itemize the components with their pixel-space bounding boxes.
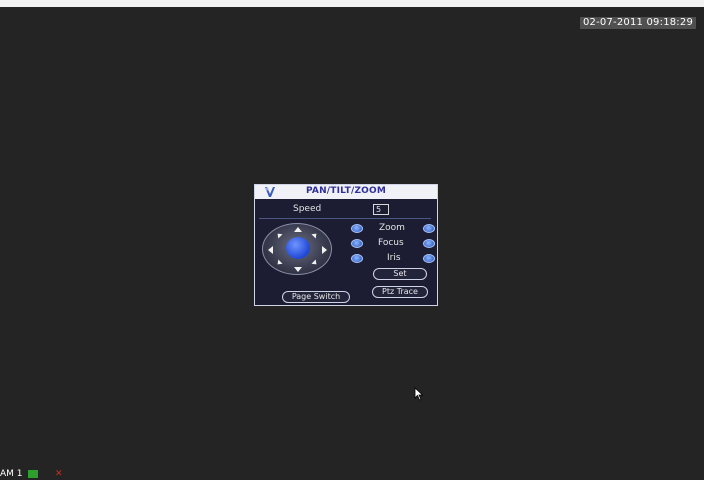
zoom-plus-button[interactable] xyxy=(423,224,435,233)
pad-center-button[interactable] xyxy=(286,237,310,259)
channel-label: AM 1 xyxy=(0,469,23,479)
dialog-title: PAN/TILT/ZOOM xyxy=(305,186,387,196)
focus-label: Focus xyxy=(378,238,404,248)
arrow-down-icon[interactable] xyxy=(294,267,302,272)
speed-input[interactable]: 5 xyxy=(373,204,389,215)
direction-pad[interactable] xyxy=(262,223,332,275)
arrow-up-left-icon[interactable] xyxy=(275,231,283,239)
ptz-dialog: PAN/TILT/ZOOM Speed 5 Zoom Focus Iris Se… xyxy=(254,184,438,306)
iris-label: Iris xyxy=(387,253,401,263)
date-time-overlay: 02-07-2011 09:18:29 xyxy=(580,17,697,29)
iris-minus-button[interactable] xyxy=(351,254,363,263)
set-button[interactable]: Set xyxy=(373,268,427,280)
separator xyxy=(259,218,431,219)
record-icon xyxy=(28,470,38,478)
dialog-title-bar: PAN/TILT/ZOOM xyxy=(255,185,437,199)
speed-label: Speed xyxy=(293,204,322,214)
arrow-down-left-icon[interactable] xyxy=(275,259,283,267)
top-border-bar xyxy=(0,0,704,7)
zoom-label: Zoom xyxy=(379,223,405,233)
focus-plus-button[interactable] xyxy=(423,239,435,248)
alarm-icon: ✕ xyxy=(55,469,63,479)
arrow-down-right-icon[interactable] xyxy=(311,259,319,267)
arrow-up-icon[interactable] xyxy=(294,227,302,232)
ptz-trace-button[interactable]: Ptz Trace xyxy=(372,286,428,298)
arrow-up-right-icon[interactable] xyxy=(311,231,319,239)
mouse-cursor-icon xyxy=(414,387,424,401)
arrow-left-icon[interactable] xyxy=(268,246,273,254)
page-switch-button[interactable]: Page Switch xyxy=(282,291,350,303)
arrow-right-icon[interactable] xyxy=(322,246,327,254)
zoom-minus-button[interactable] xyxy=(351,224,363,233)
iris-plus-button[interactable] xyxy=(423,254,435,263)
focus-minus-button[interactable] xyxy=(351,239,363,248)
